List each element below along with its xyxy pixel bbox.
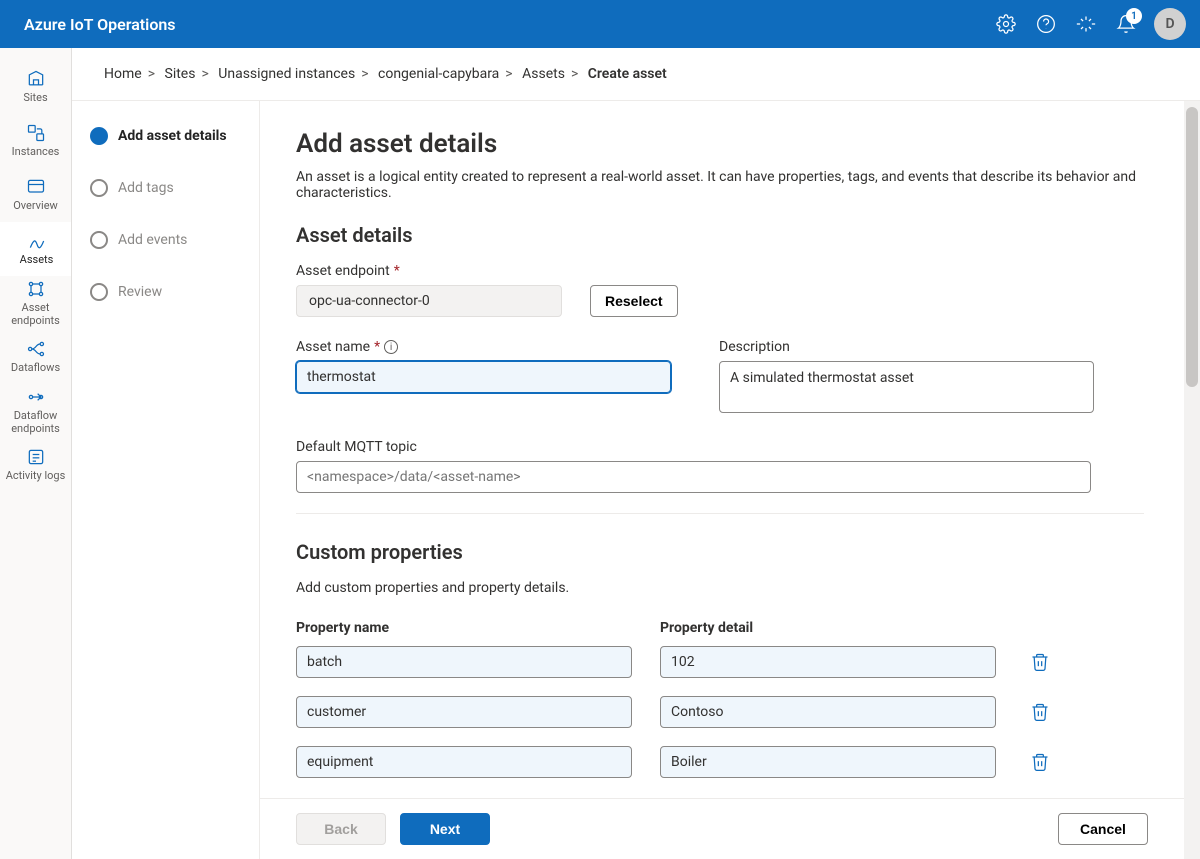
crumb-current: Create asset <box>588 66 667 82</box>
step-add-tags[interactable]: Add tags <box>90 179 241 197</box>
step-indicator-icon <box>90 179 108 197</box>
property-detail-input[interactable] <box>660 696 996 728</box>
asset-endpoint-label: Asset endpoint * <box>296 263 1144 279</box>
property-row <box>296 746 1144 778</box>
required-marker: * <box>394 263 400 279</box>
gear-icon <box>996 14 1016 34</box>
property-name-input[interactable] <box>296 646 632 678</box>
step-add-asset-details[interactable]: Add asset details <box>90 127 241 145</box>
settings-button[interactable] <box>986 4 1026 44</box>
user-avatar[interactable]: D <box>1154 8 1186 40</box>
asset-endpoints-icon <box>26 279 46 299</box>
property-name-input[interactable] <box>296 696 632 728</box>
overview-icon <box>26 177 46 197</box>
asset-name-input[interactable] <box>296 361 671 393</box>
description-input[interactable]: A simulated thermostat asset <box>719 361 1094 413</box>
rail-label: Activity logs <box>6 470 66 482</box>
page-lead: An asset is a logical entity created to … <box>296 169 1144 201</box>
rail-asset-endpoints[interactable]: Asset endpoints <box>0 276 71 330</box>
description-label: Description <box>719 339 1094 355</box>
property-detail-input[interactable] <box>660 646 996 678</box>
back-button[interactable]: Back <box>296 813 386 845</box>
rail-assets[interactable]: Assets <box>0 222 71 276</box>
rail-label: Overview <box>13 200 58 212</box>
step-label: Review <box>118 284 162 300</box>
custom-properties-heading: Custom properties <box>296 540 1144 564</box>
asset-endpoint-value: opc-ua-connector-0 <box>296 285 562 317</box>
trash-icon <box>1030 702 1050 722</box>
crumb-instance[interactable]: congenial-capybara <box>378 66 499 82</box>
notification-badge: 1 <box>1126 8 1142 24</box>
breadcrumb: Home> Sites> Unassigned instances> conge… <box>72 48 1200 101</box>
notifications-button[interactable]: 1 <box>1106 4 1146 44</box>
rail-dataflows[interactable]: Dataflows <box>0 330 71 384</box>
wizard-steps: Add asset details Add tags Add events Re… <box>72 101 260 859</box>
column-property-detail: Property detail <box>660 620 996 636</box>
asset-name-label: Asset name * i <box>296 339 671 355</box>
help-button[interactable] <box>1026 4 1066 44</box>
mqtt-topic-input[interactable] <box>296 461 1091 493</box>
vertical-scrollbar[interactable] <box>1184 101 1200 859</box>
rail-activity-logs[interactable]: Activity logs <box>0 438 71 492</box>
next-button[interactable]: Next <box>400 813 490 845</box>
rail-dataflow-endpoints[interactable]: Dataflow endpoints <box>0 384 71 438</box>
crumb-unassigned[interactable]: Unassigned instances <box>218 66 355 82</box>
product-name: Azure IoT Operations <box>24 15 176 34</box>
activity-logs-icon <box>26 447 46 467</box>
custom-properties-lead: Add custom properties and property detai… <box>296 580 1144 596</box>
column-property-name: Property name <box>296 620 632 636</box>
form-scroll-area: Add asset details An asset is a logical … <box>260 101 1184 798</box>
rail-label: Asset endpoints <box>2 302 69 326</box>
step-indicator-icon <box>90 283 108 301</box>
required-marker: * <box>374 339 380 355</box>
rail-label: Dataflow endpoints <box>2 410 69 434</box>
feedback-button[interactable] <box>1066 4 1106 44</box>
scrollbar-thumb[interactable] <box>1186 107 1198 387</box>
page-title: Add asset details <box>296 129 1144 159</box>
rail-overview[interactable]: Overview <box>0 168 71 222</box>
property-row <box>296 696 1144 728</box>
delete-row-button[interactable] <box>1024 646 1056 678</box>
step-label: Add asset details <box>118 128 227 144</box>
property-name-input[interactable] <box>296 746 632 778</box>
step-indicator-icon <box>90 231 108 249</box>
property-detail-input[interactable] <box>660 746 996 778</box>
property-row <box>296 646 1144 678</box>
crumb-assets[interactable]: Assets <box>522 66 565 82</box>
trash-icon <box>1030 752 1050 772</box>
dataflows-icon <box>26 339 46 359</box>
step-review[interactable]: Review <box>90 283 241 301</box>
crumb-home[interactable]: Home <box>104 66 142 82</box>
top-bar: Azure IoT Operations 1 D <box>0 0 1200 48</box>
rail-instances[interactable]: Instances <box>0 114 71 168</box>
reselect-button[interactable]: Reselect <box>590 285 678 317</box>
mqtt-topic-label: Default MQTT topic <box>296 439 1144 455</box>
assets-icon <box>27 231 47 251</box>
dataflow-endpoints-icon <box>26 387 46 407</box>
step-indicator-icon <box>90 127 108 145</box>
delete-row-button[interactable] <box>1024 746 1056 778</box>
wizard-footer: Back Next Cancel <box>260 798 1184 859</box>
cancel-button[interactable]: Cancel <box>1058 813 1148 845</box>
rail-label: Dataflows <box>11 362 60 374</box>
delete-row-button[interactable] <box>1024 696 1056 728</box>
rail-label: Sites <box>23 92 47 104</box>
info-icon[interactable]: i <box>384 340 398 354</box>
step-add-events[interactable]: Add events <box>90 231 241 249</box>
rail-label: Assets <box>20 254 54 266</box>
asset-details-heading: Asset details <box>296 223 1144 247</box>
crumb-sites[interactable]: Sites <box>165 66 196 82</box>
sparkle-icon <box>1076 14 1096 34</box>
sites-icon <box>26 69 46 89</box>
left-nav-rail: Sites Instances Overview Assets Asset en… <box>0 48 72 859</box>
rail-sites[interactable]: Sites <box>0 60 71 114</box>
trash-icon <box>1030 652 1050 672</box>
step-label: Add tags <box>118 180 174 196</box>
rail-label: Instances <box>12 146 60 158</box>
step-label: Add events <box>118 232 187 248</box>
instances-icon <box>26 123 46 143</box>
help-icon <box>1036 14 1056 34</box>
